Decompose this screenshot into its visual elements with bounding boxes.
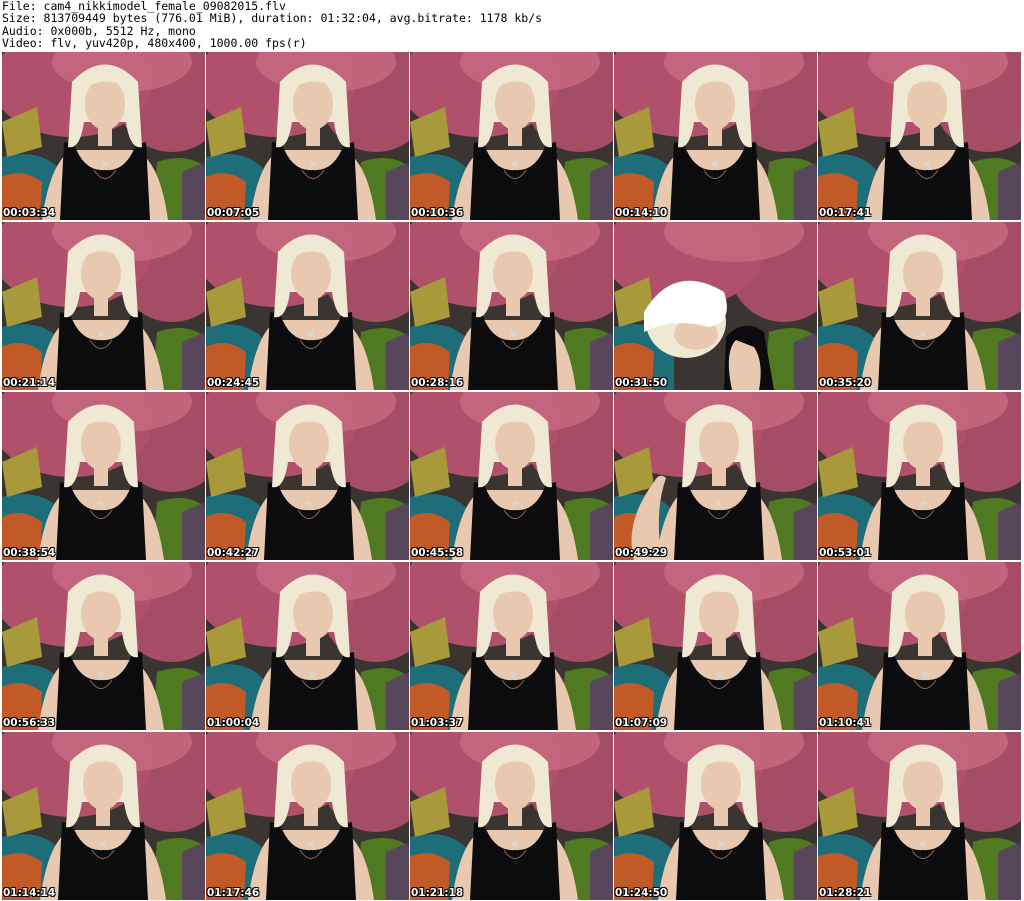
timestamp-label: 01:14:14 — [3, 887, 56, 899]
video-frame-image — [2, 392, 205, 560]
video-thumbnail: 01:14:14 — [2, 732, 205, 900]
timestamp-label: 01:17:46 — [207, 887, 260, 899]
timestamp-label: 00:35:20 — [819, 377, 872, 389]
video-frame-image — [206, 52, 409, 220]
timestamp-label: 00:03:34 — [3, 207, 56, 219]
video-thumbnail: 00:49:29 — [614, 392, 817, 560]
video-thumbnail: 00:28:16 — [410, 222, 613, 390]
video-thumbnail: 00:21:14 — [2, 222, 205, 390]
video-thumbnail: 00:17:41 — [818, 52, 1021, 220]
video-thumbnail: 01:03:37 — [410, 562, 613, 730]
video-frame-image — [614, 52, 817, 220]
video-frame-image — [818, 562, 1021, 730]
timestamp-label: 00:45:58 — [411, 547, 464, 559]
video-thumbnail: 00:53:01 — [818, 392, 1021, 560]
timestamp-label: 01:21:18 — [411, 887, 464, 899]
timestamp-label: 00:07:05 — [207, 207, 260, 219]
video-thumbnail: 00:38:54 — [2, 392, 205, 560]
timestamp-label: 00:42:27 — [207, 547, 260, 559]
video-thumbnail: 01:28:21 — [818, 732, 1021, 900]
video-frame-image — [410, 732, 613, 900]
video-frame-image — [2, 52, 205, 220]
timestamp-label: 00:17:41 — [819, 207, 872, 219]
video-frame-image — [818, 732, 1021, 900]
video-frame-image — [206, 562, 409, 730]
video-thumbnail: 01:10:41 — [818, 562, 1021, 730]
video-frame-image — [818, 222, 1021, 390]
video-frame-image — [818, 392, 1021, 560]
timestamp-label: 01:07:09 — [615, 717, 668, 729]
video-frame-image — [410, 222, 613, 390]
video-thumbnail: 00:45:58 — [410, 392, 613, 560]
video-frame-image — [2, 562, 205, 730]
video-thumbnail: 00:14:10 — [614, 52, 817, 220]
video-thumbnail: 01:07:09 — [614, 562, 817, 730]
video-frame-image — [206, 222, 409, 390]
timestamp-label: 00:53:01 — [819, 547, 872, 559]
video-thumbnail: 00:03:34 — [2, 52, 205, 220]
file-size-line: Size: 813709449 bytes (776.01 MiB), dura… — [2, 11, 543, 26]
timestamp-label: 00:31:50 — [615, 377, 668, 389]
timestamp-label: 00:49:29 — [615, 547, 668, 559]
timestamp-label: 01:10:41 — [819, 717, 872, 729]
timestamp-label: 01:28:21 — [819, 887, 872, 899]
video-thumbnail: 00:42:27 — [206, 392, 409, 560]
video-frame-image — [2, 732, 205, 900]
video-info-line: Video: flv, yuv420p, 480x400, 1000.00 fp… — [2, 36, 307, 51]
video-thumbnail: 00:24:45 — [206, 222, 409, 390]
video-frame-image — [410, 52, 613, 220]
timestamp-label: 00:28:16 — [411, 377, 464, 389]
video-frame-image — [410, 392, 613, 560]
video-thumbnail: 00:10:36 — [410, 52, 613, 220]
timestamp-label: 00:38:54 — [3, 547, 56, 559]
video-frame-image — [614, 222, 817, 390]
timestamp-label: 00:14:10 — [615, 207, 668, 219]
timestamp-label: 00:56:33 — [3, 717, 56, 729]
timestamp-label: 00:24:45 — [207, 377, 260, 389]
video-frame-image — [206, 732, 409, 900]
video-frame-image — [614, 732, 817, 900]
file-info-header: File: cam4_nikkimodel_female_09082015.fl… — [0, 0, 1024, 52]
video-thumbnail: 01:00:04 — [206, 562, 409, 730]
video-thumbnail: 00:35:20 — [818, 222, 1021, 390]
video-frame-image — [2, 222, 205, 390]
video-frame-image — [614, 562, 817, 730]
timestamp-label: 00:10:36 — [411, 207, 464, 219]
video-frame-image — [410, 562, 613, 730]
video-frame-image — [614, 392, 817, 560]
timestamp-label: 01:03:37 — [411, 717, 464, 729]
timestamp-label: 00:21:14 — [3, 377, 56, 389]
video-thumbnail: 01:21:18 — [410, 732, 613, 900]
thumbnail-grid: 00:03:34 00:07:05 00:10:36 00:14:10 00:1… — [2, 52, 1022, 900]
video-frame-image — [818, 52, 1021, 220]
timestamp-label: 01:00:04 — [207, 717, 260, 729]
video-thumbnail: 01:17:46 — [206, 732, 409, 900]
video-thumbnail: 00:56:33 — [2, 562, 205, 730]
video-frame-image — [206, 392, 409, 560]
video-thumbnail: 00:07:05 — [206, 52, 409, 220]
video-thumbnail: 01:24:50 — [614, 732, 817, 900]
timestamp-label: 01:24:50 — [615, 887, 668, 899]
video-thumbnail: 00:31:50 — [614, 222, 817, 390]
